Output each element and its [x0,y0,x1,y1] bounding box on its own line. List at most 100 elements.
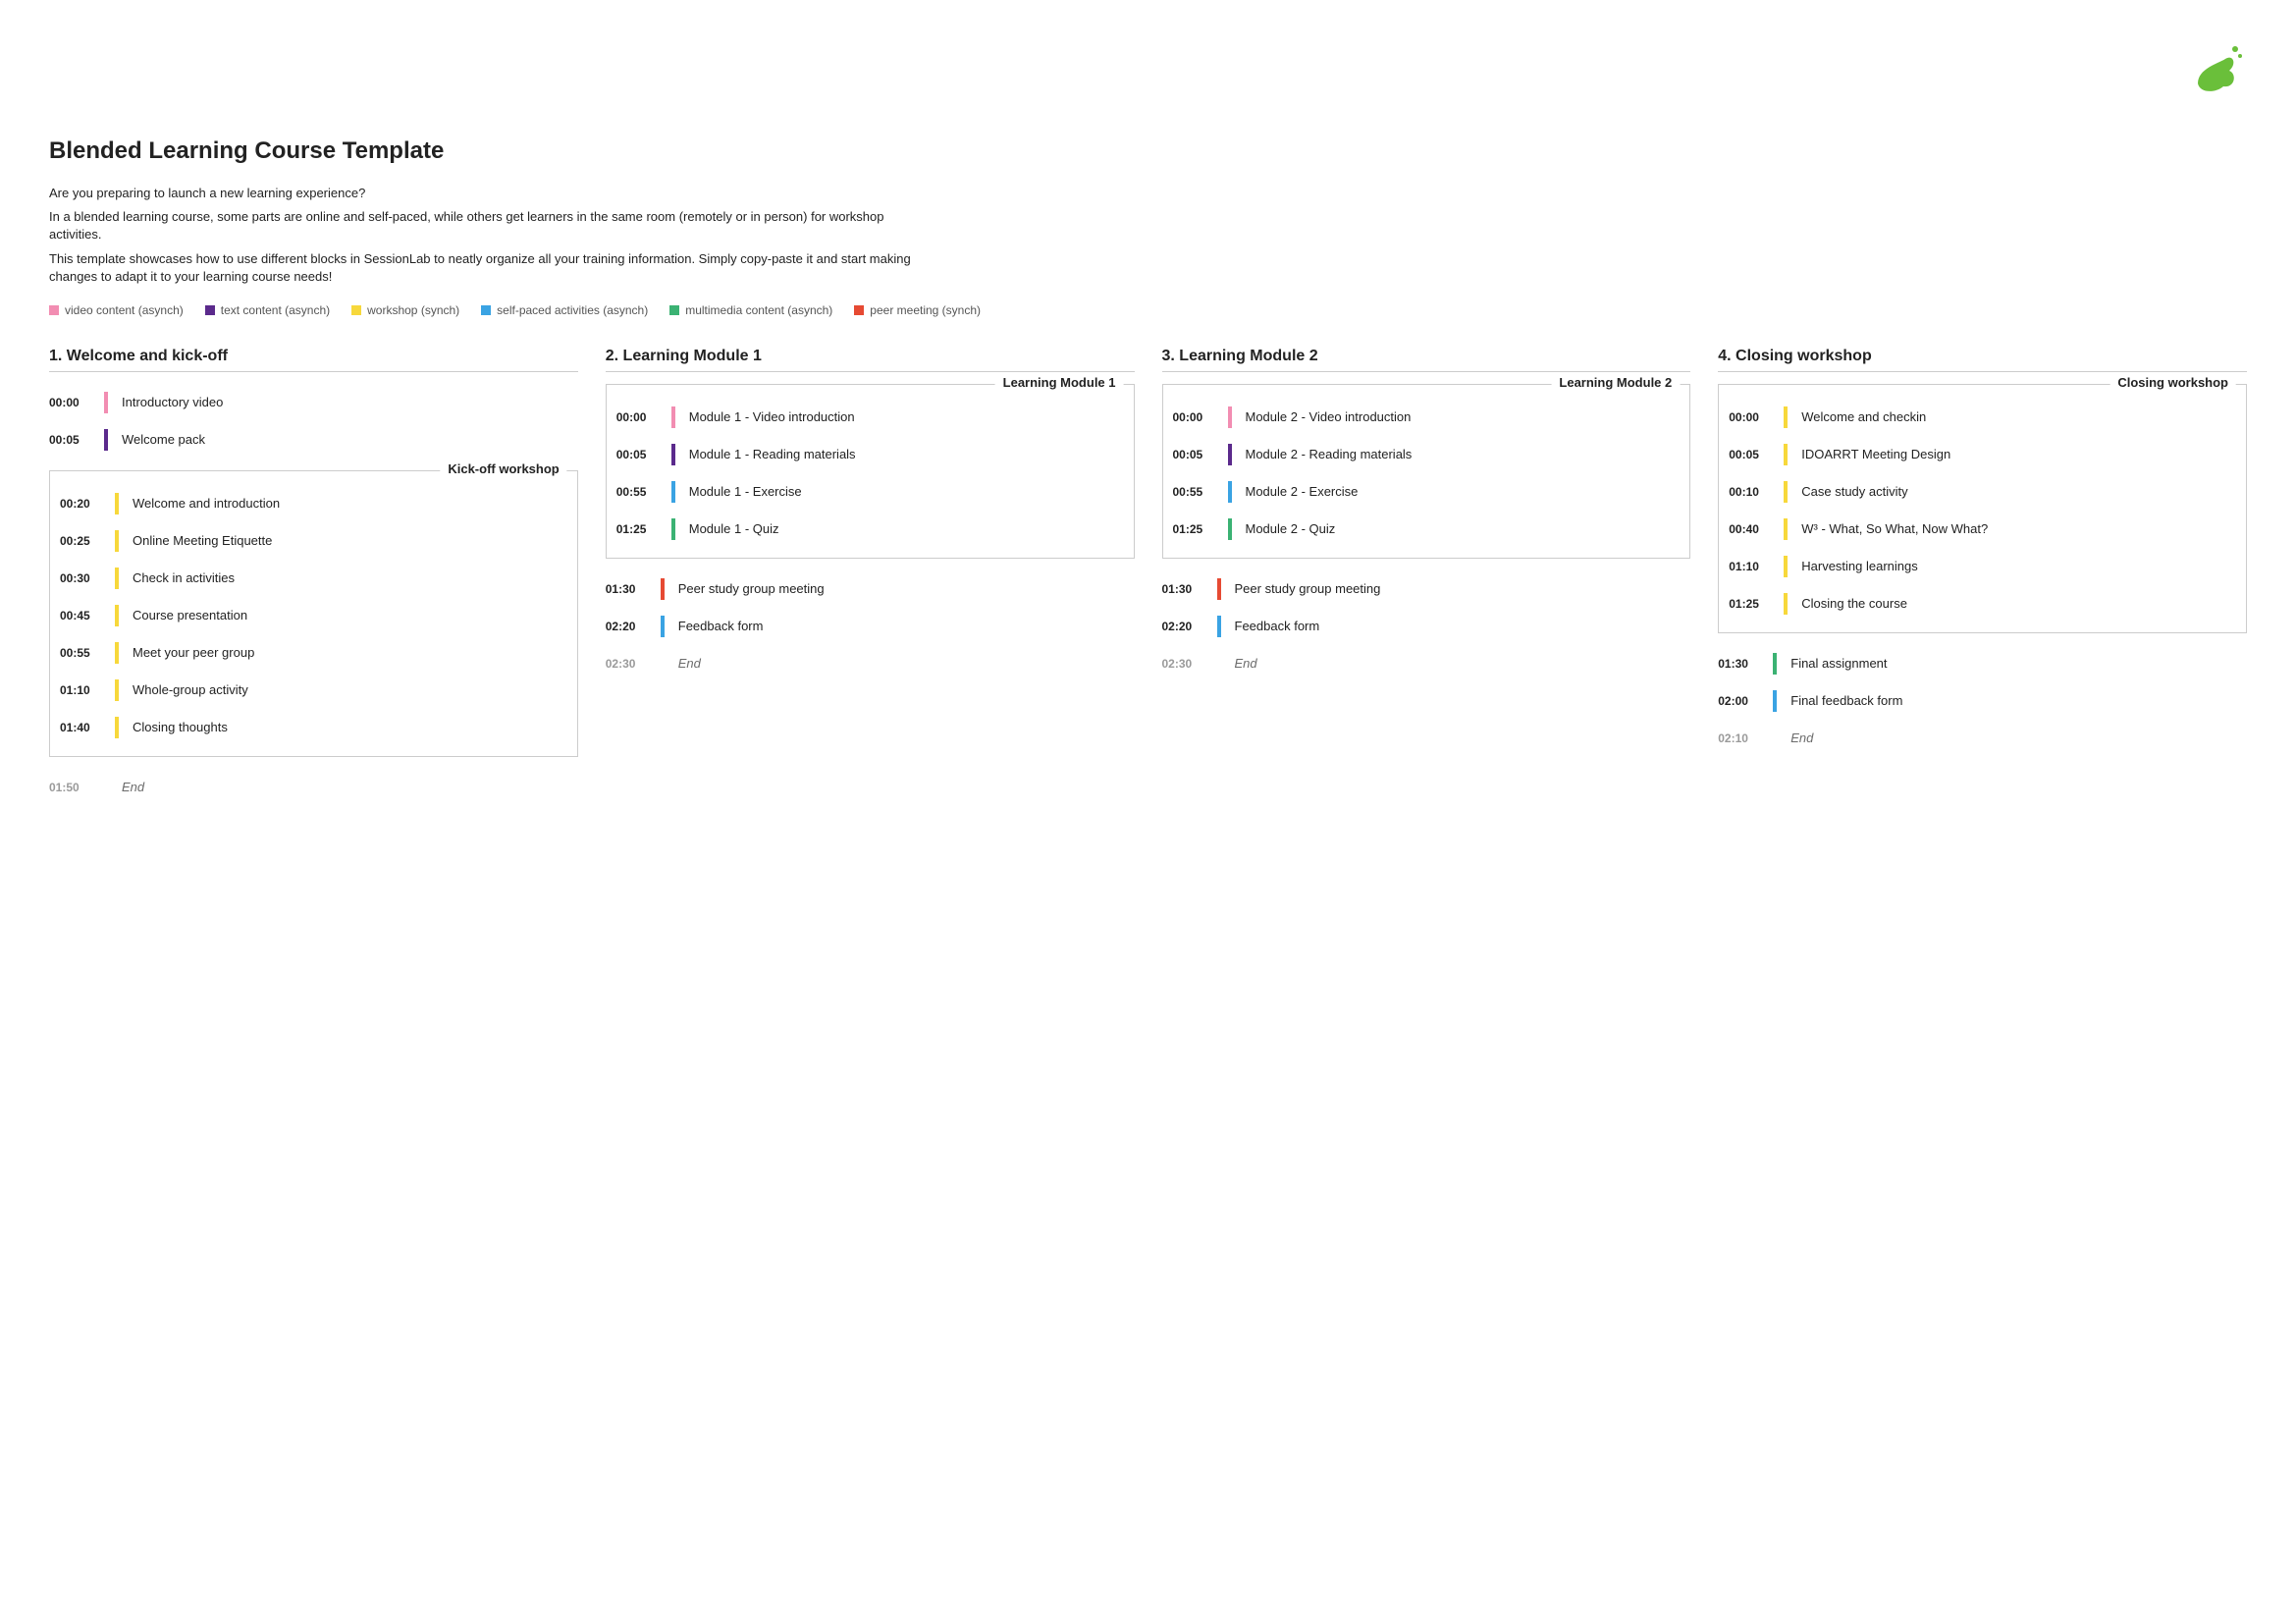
activity-row: 00:00Module 2 - Video introduction [1173,399,1681,436]
category-color-bar [1217,578,1221,600]
category-color-bar [115,568,119,589]
legend: video content (asynch) text content (asyn… [49,303,2247,318]
time-label: 00:10 [1729,485,1776,499]
activity-label: Feedback form [1235,619,1320,633]
time-label: 00:30 [60,571,107,585]
activity-row: 01:40 Closing thoughts [60,709,567,746]
group-title: Learning Module 1 [995,375,1124,390]
category-color-bar [104,429,108,451]
activity-label: Peer study group meeting [678,581,825,596]
column: 2. Learning Module 1 Learning Module 1 00:… [606,348,1135,682]
end-row: 02:30 End [606,645,1135,682]
legend-label: text content (asynch) [221,303,330,317]
time-label: 01:10 [1729,560,1776,573]
end-label: End [1235,656,1257,671]
category-color-bar [671,518,675,540]
activity-label: Welcome pack [122,432,205,447]
time-label: 02:30 [1162,657,1209,671]
time-label: 01:30 [606,582,653,596]
time-label: 02:30 [606,657,653,671]
legend-label: self-paced activities (asynch) [497,303,648,317]
rows-block: 01:30Final assignment02:00Final feedback… [1718,645,2247,720]
legend-item: workshop (synch) [351,303,459,317]
time-label: 01:10 [60,683,107,697]
activity-label: Module 2 - Video introduction [1246,409,1412,424]
column-title: 1. Welcome and kick-off [49,348,578,365]
activity-label: Final assignment [1790,656,1887,671]
time-label: 01:40 [60,721,107,734]
activity-label: Module 1 - Quiz [689,521,779,536]
time-label: 01:30 [1162,582,1209,596]
legend-label: multimedia content (asynch) [685,303,832,317]
category-color-bar [104,392,108,413]
activity-label: Module 2 - Quiz [1246,521,1336,536]
time-label: 00:55 [60,646,107,660]
category-color-bar [671,481,675,503]
time-label: 01:25 [1173,522,1220,536]
activity-label: Module 1 - Reading materials [689,447,856,461]
time-label: 02:20 [606,620,653,633]
legend-label: peer meeting (synch) [870,303,981,317]
activity-row: 00:05 Welcome pack [49,421,578,459]
activity-label: Closing thoughts [133,720,228,734]
time-label: 00:05 [616,448,664,461]
end-row: 01:50End [49,769,578,806]
category-color-bar [1784,406,1788,428]
category-color-bar [115,605,119,626]
time-label: 00:05 [49,433,96,447]
activity-row: 00:10 Case study activity [1729,473,2236,511]
group-title: Closing workshop [2109,375,2236,390]
activity-row: 00:55Module 2 - Exercise [1173,473,1681,511]
column: 4. Closing workshopClosing workshop00:00… [1718,348,2247,757]
activity-label: Case study activity [1801,484,1907,499]
activity-row: 01:10Whole-group activity [60,672,567,709]
activity-row: 00:00 Introductory video [49,384,578,421]
activity-row: 00:30Check in activities [60,560,567,597]
activity-row: 00:55Module 1 - Exercise [616,473,1124,511]
time-label: 02:20 [1162,620,1209,633]
rows-block: 01:30 Peer study group meeting 02:20 Feedba… [606,570,1135,645]
end-label: End [678,656,701,671]
activity-row: 02:20 Feedback form [606,608,1135,645]
activity-label: Module 2 - Reading materials [1246,447,1413,461]
activity-row: 00:00Module 1 - Video introduction [616,399,1124,436]
activity-label: Welcome and checkin [1801,409,1926,424]
time-label: 00:00 [1729,410,1776,424]
activity-label: Peer study group meeting [1235,581,1381,596]
category-color-bar [115,717,119,738]
column-divider [49,371,578,372]
time-label: 00:05 [1729,448,1776,461]
time-label: 02:10 [1718,731,1765,745]
legend-item: text content (asynch) [205,303,330,317]
legend-label: workshop (synch) [367,303,459,317]
category-color-bar [671,406,675,428]
legend-swatch [205,305,215,315]
legend-swatch [854,305,864,315]
activity-label: Closing the course [1801,596,1907,611]
activity-label: Final feedback form [1790,693,1902,708]
activity-label: Feedback form [678,619,764,633]
activity-row: 01:25 Module 2 - Quiz [1173,511,1681,548]
category-color-bar [1228,444,1232,465]
sessionlab-logo-icon [2188,39,2247,101]
activity-row: 01:30 Peer study group meeting [1162,570,1691,608]
activity-row: 00:05 Module 1 - Reading materials [616,436,1124,473]
time-label: 00:00 [49,396,96,409]
activity-label: Introductory video [122,395,223,409]
category-color-bar [1217,616,1221,637]
time-label: 01:25 [616,522,664,536]
category-color-bar [1228,481,1232,503]
page-title: Blended Learning Course Template [49,137,2247,165]
column-title: 2. Learning Module 1 [606,348,1135,365]
group-block: Closing workshop00:00Welcome and checkin… [1718,384,2247,633]
end-row: 02:10End [1718,720,2247,757]
category-color-bar [115,642,119,664]
legend-item: video content (asynch) [49,303,184,317]
activity-row: 00:55Meet your peer group [60,634,567,672]
category-color-bar [1228,518,1232,540]
activity-label: Module 1 - Video introduction [689,409,855,424]
category-color-bar [671,444,675,465]
category-color-bar [1784,444,1788,465]
rows-block: 01:30 Peer study group meeting 02:20 Feedba… [1162,570,1691,645]
column: 3. Learning Module 2Learning Module 200:… [1162,348,1691,682]
